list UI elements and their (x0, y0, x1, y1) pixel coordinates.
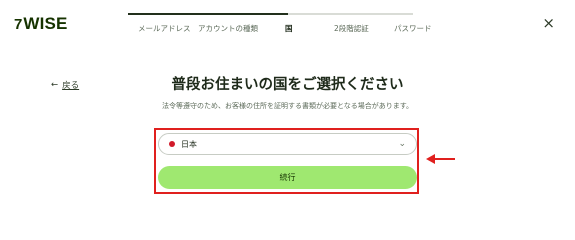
annotation-arrow-icon (426, 154, 455, 164)
continue-button[interactable]: 続行 (158, 166, 417, 189)
country-select[interactable]: 日本 ⌄ (158, 133, 417, 155)
step-country: 国 (285, 24, 293, 33)
wise-wordmark: WISE (23, 14, 68, 33)
wise-logo: 7 WISE (14, 14, 68, 33)
close-icon[interactable]: × (542, 16, 555, 31)
step-password: パスワード (394, 24, 432, 33)
country-select-value: 日本 (181, 139, 197, 149)
step-account-type: アカウントの種類 (198, 24, 258, 33)
progress-bar-remaining (288, 13, 413, 15)
step-2fa: 2段階認証 (334, 24, 369, 33)
progress-stepper: メールアドレス アカウントの種類 国 2段階認証 パスワード (128, 13, 448, 43)
chevron-down-icon: ⌄ (398, 139, 406, 149)
page-title: 普段お住まいの国をご選択ください (171, 77, 404, 93)
page-subtitle: 法令等遵守のため、お客様の住所を証明する書類が必要となる場合があります。 (161, 102, 414, 110)
step-email: メールアドレス (138, 24, 191, 33)
japan-flag-icon (169, 141, 175, 147)
progress-bar-done (128, 13, 288, 15)
wise-flag-icon: 7 (14, 15, 22, 33)
